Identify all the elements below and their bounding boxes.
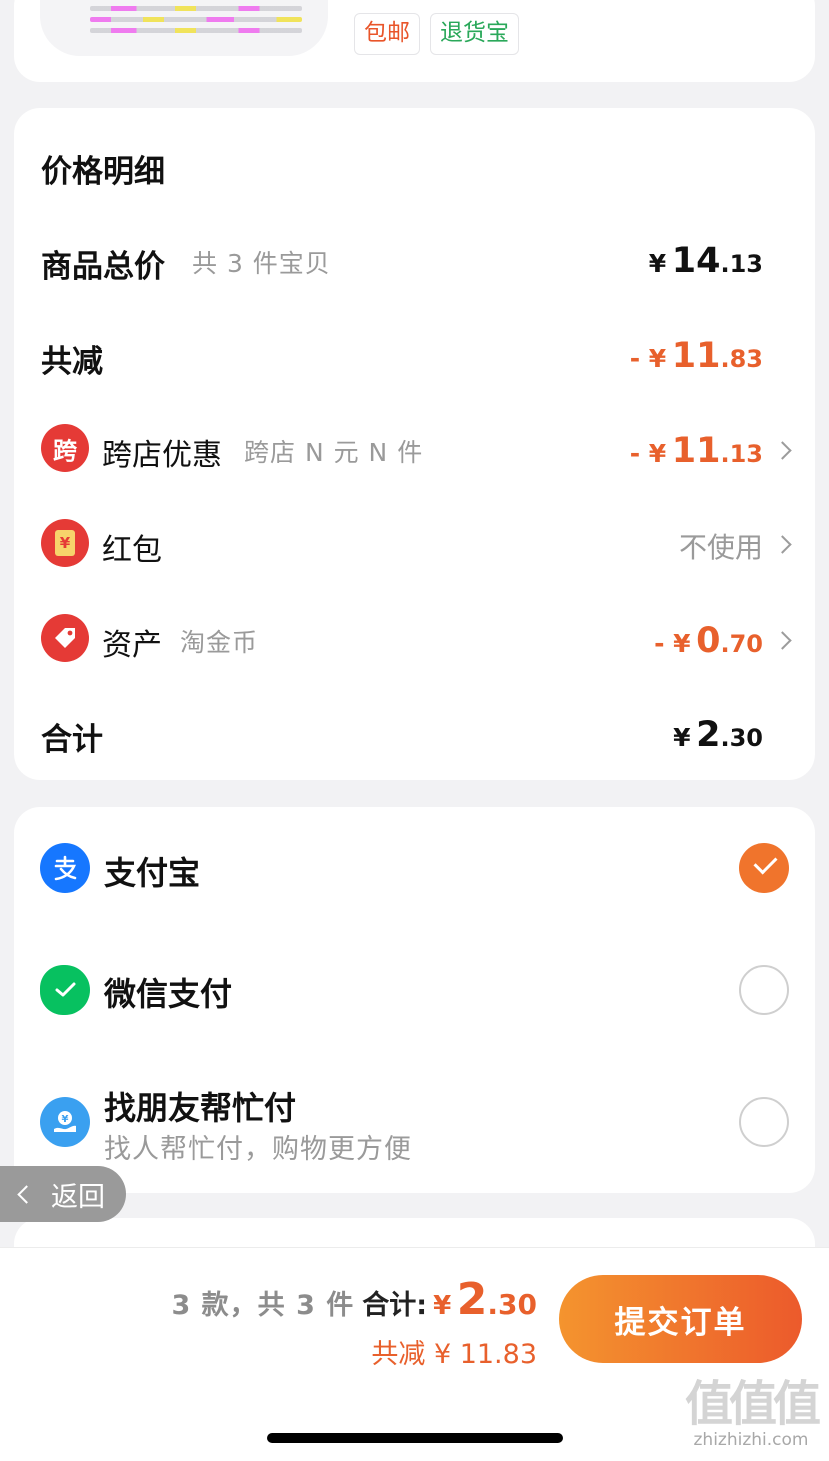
friend-pay-icon: ¥ [40,1097,90,1147]
cross-store-label: 跨店优惠 [102,438,222,473]
goods-total-amount: ¥ 14.13 [648,241,763,281]
goods-total-label: 商品总价 [41,249,165,285]
red-packet-icon: ¥ [41,519,89,567]
watermark-glyph: 值值值 [684,1376,821,1432]
submit-order-button[interactable]: 提交订单 [559,1275,802,1363]
cross-store-icon: 跨 [41,424,89,472]
watermark-text: zhizhizhi.com [693,1430,809,1450]
price-detail-card: 价格明细 商品总价 共 3 件宝贝 ¥ 14.13 共减 - ¥ 11.83 跨… [14,108,815,780]
product-card: 包邮 退货宝 [14,0,815,82]
red-packet-label: 红包 [102,533,162,568]
friend-pay-radio[interactable] [739,1097,789,1147]
chevron-right-icon [773,441,792,460]
reduction-amount: - ¥ 11.83 [629,336,763,376]
chevron-left-icon [17,1184,36,1204]
alipay-radio-checked[interactable] [739,843,789,893]
cross-store-amount: - ¥ 11.13 [629,431,763,471]
assets-amount: - ¥ 0.70 [654,621,763,661]
reduction-label: 共减 [41,344,103,380]
payment-methods-card: 支付宝 微信支付 ¥ 找朋友帮忙付 找人帮忙付，购物更方便 [14,807,815,1193]
red-packet-glyph: ¥ [55,530,75,556]
assets-sub: 淘金币 [180,628,259,657]
cross-store-sub: 跨店 N 元 N 件 [244,438,424,467]
thumbnail-text-line [90,17,302,22]
total-label: 合计: [362,1290,428,1321]
chevron-right-icon [773,535,792,554]
svg-text:¥: ¥ [62,1114,69,1125]
wechat-pay-icon [40,965,90,1015]
return-insurance-tag: 退货宝 [430,13,519,55]
total-amount: ¥ 2.30 [433,1274,537,1325]
alipay-label: 支付宝 [104,854,201,892]
assets-label: 资产 [102,628,162,663]
thumbnail-text-line [90,28,302,33]
home-indicator[interactable] [267,1433,563,1443]
chevron-right-icon [773,631,792,650]
order-summary: 3 款，共 3 件 合计: ¥ 2.30 [172,1274,538,1325]
sum-label: 合计 [41,722,103,758]
price-detail-title: 价格明细 [41,154,165,190]
back-label: 返回 [51,1181,105,1213]
sum-amount: ¥ 2.30 [673,715,763,755]
red-packet-value: 不使用 [678,531,763,564]
back-button[interactable]: 返回 [0,1166,126,1222]
wechat-pay-radio[interactable] [739,965,789,1015]
thumbnail-text-line [90,6,302,11]
watermark-logo: 值值值 zhizhizhi.com [684,1376,821,1450]
alipay-glyph [54,855,77,881]
wechat-check-glyph [55,982,76,997]
friend-pay-label: 找朋友帮忙付 [104,1089,297,1127]
product-thumbnail[interactable] [40,0,328,56]
total-discount-text: 共减 ¥ 11.83 [371,1339,537,1370]
item-count-text: 3 款，共 3 件 [171,1290,355,1321]
alipay-icon [40,843,90,893]
tag-shape [55,628,75,648]
bottom-submit-bar: 3 款，共 3 件 合计: ¥ 2.30 共减 ¥ 11.83 提交订单 值值值… [0,1247,829,1461]
friend-pay-sub: 找人帮忙付，购物更方便 [104,1134,412,1165]
goods-count-text: 共 3 件宝贝 [192,249,331,278]
coupon-tag-icon [41,614,89,662]
friend-pay-glyph: ¥ [54,1111,76,1132]
wechat-pay-label: 微信支付 [104,975,233,1013]
free-shipping-tag: 包邮 [354,13,420,55]
